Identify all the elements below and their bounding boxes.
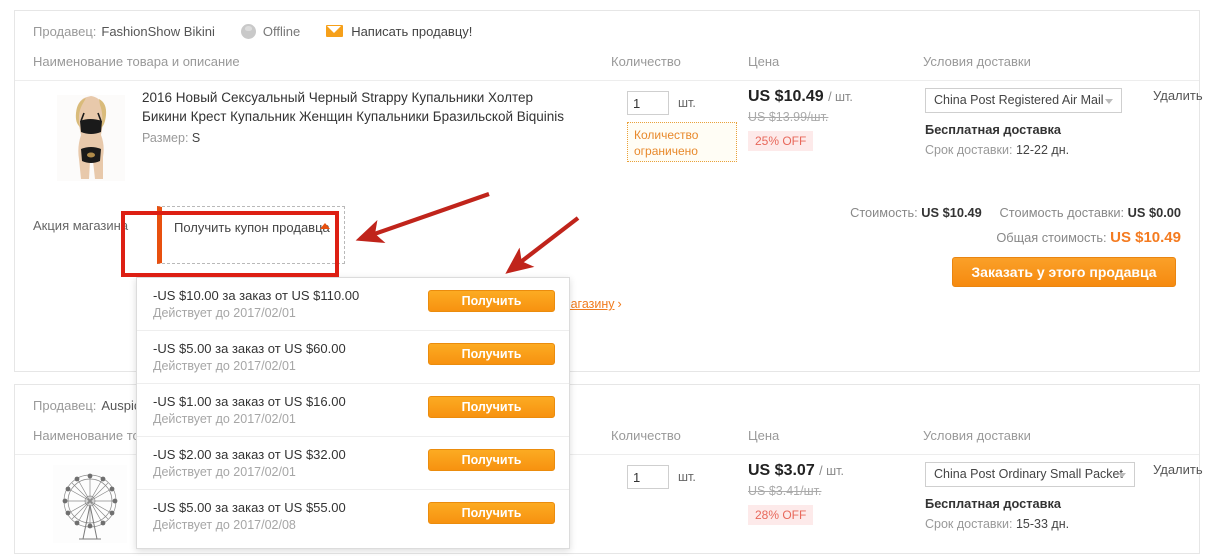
cart-item-1: 2016 Новый Сексуальный Черный Strappy Ку…	[15, 81, 1203, 193]
coupon-select-label: Получить купон продавца	[174, 220, 330, 235]
shipping-method-label: China Post Registered Air Mail	[934, 93, 1104, 107]
contact-seller-label: Написать продавцу!	[351, 23, 473, 39]
delivery-time-value: 12-22 дн.	[1015, 143, 1070, 157]
product-attribute: Размер: S	[142, 131, 200, 145]
column-header-price: Цена	[748, 54, 780, 69]
column-header-quantity: Количество	[611, 54, 681, 69]
offline-status-icon	[240, 23, 256, 39]
price-original: US $13.99/шт.	[748, 110, 829, 124]
seller-status-label: Offline	[262, 23, 301, 39]
chevron-up-icon	[320, 223, 330, 229]
quantity-limited-warning: Количество ограничено	[627, 122, 737, 162]
grand-total-value: US $10.49	[1110, 229, 1181, 246]
chevron-down-icon	[1105, 99, 1113, 104]
coupon-select[interactable]: Получить купон продавца	[157, 206, 345, 264]
free-shipping-label: Бесплатная доставка	[925, 496, 1062, 511]
contact-seller-link[interactable]: Написать продавцу!	[326, 24, 472, 39]
column-header-price: Цена	[748, 428, 780, 443]
coupon-list-item: -US $10.00 за заказ от US $110.00 Действ…	[137, 278, 569, 331]
shipping-method-label: China Post Ordinary Small Packet	[934, 467, 1123, 481]
quantity-control: шт.	[627, 465, 696, 489]
subtotal-label: Стоимость:	[850, 205, 918, 220]
discount-badge: 28% OFF	[748, 505, 814, 525]
totals-grand-row: Общая стоимость: US $10.49	[996, 229, 1181, 246]
coupon-list-item: -US $2.00 за заказ от US $32.00 Действуе…	[137, 437, 569, 490]
product-attribute-value: S	[191, 131, 201, 145]
delivery-time: Срок доставки: 12-22 дн.	[925, 143, 1069, 157]
delivery-time-label: Срок доставки:	[925, 517, 1013, 531]
quantity-unit: шт.	[678, 470, 696, 484]
quantity-unit: шт.	[678, 96, 696, 110]
column-header-shipping: Условия доставки	[923, 54, 1031, 69]
quantity-input[interactable]	[627, 91, 669, 115]
quantity-control: шт.	[627, 91, 696, 115]
product-thumbnail[interactable]	[57, 95, 125, 181]
price-unit: / шт.	[819, 464, 844, 478]
price-current: US $10.49 / шт.	[748, 88, 853, 106]
shipping-method-select[interactable]: China Post Ordinary Small Packet	[925, 462, 1135, 487]
promo-label: Акция магазина	[33, 218, 129, 233]
get-coupon-button[interactable]: Получить	[428, 343, 555, 365]
column-header-name: Наименование товара и описание	[33, 54, 240, 69]
delete-item-button[interactable]: Удалить	[1153, 88, 1203, 103]
shipping-cost-label: Стоимость доставки:	[999, 205, 1125, 220]
seller-label: Продавец:	[33, 23, 97, 39]
product-title[interactable]: 2016 Новый Сексуальный Черный Strappy Ку…	[142, 88, 572, 126]
product-thumbnail[interactable]	[53, 465, 127, 543]
quantity-input[interactable]	[627, 465, 669, 489]
delivery-time-value: 15-33 дн.	[1015, 517, 1070, 531]
coupon-list-item: -US $5.00 за заказ от US $60.00 Действуе…	[137, 331, 569, 384]
delivery-time: Срок доставки: 15-33 дн.	[925, 517, 1069, 531]
seller-header-1: Продавец: FashionShow Bikini Offline Нап…	[15, 11, 1199, 51]
seller-label: Продавец:	[33, 397, 97, 413]
envelope-icon	[326, 25, 344, 37]
chevron-right-icon: ›	[617, 297, 622, 311]
subtotal-value: US $10.49	[921, 205, 982, 220]
coupon-dropdown-panel: -US $10.00 за заказ от US $110.00 Действ…	[136, 277, 570, 549]
delivery-time-label: Срок доставки:	[925, 143, 1013, 157]
shipping-cost-value: US $0.00	[1127, 205, 1181, 220]
discount-badge: 25% OFF	[748, 131, 814, 151]
coupon-list-item: -US $5.00 за заказ от US $55.00 Действуе…	[137, 490, 569, 543]
cart-page: Продавец: FashionShow Bikini Offline Нап…	[0, 0, 1214, 556]
get-coupon-button[interactable]: Получить	[428, 502, 555, 524]
coupon-list-item: -US $1.00 за заказ от US $16.00 Действуе…	[137, 384, 569, 437]
chevron-down-icon	[1118, 473, 1126, 478]
promo-strip: Акция магазина Получить купон продавца С…	[15, 193, 1199, 289]
price-current-value: US $3.07	[748, 462, 815, 479]
price-current-value: US $10.49	[748, 88, 824, 105]
shipping-method-select[interactable]: China Post Registered Air Mail	[925, 88, 1122, 113]
grand-total-label: Общая стоимость:	[996, 230, 1107, 245]
get-coupon-button[interactable]: Получить	[428, 449, 555, 471]
product-attribute-label: Размер:	[142, 131, 189, 145]
price-unit: / шт.	[828, 90, 853, 104]
column-header-shipping: Условия доставки	[923, 428, 1031, 443]
seller-name[interactable]: FashionShow Bikini	[101, 24, 214, 39]
column-header-quantity: Количество	[611, 428, 681, 443]
price-current: US $3.07 / шт.	[748, 462, 844, 480]
go-to-shop-link[interactable]: магазину ›	[562, 297, 622, 311]
totals-subtotal-row: Стоимость: US $10.49 Стоимость доставки:…	[850, 205, 1181, 220]
column-headers-1: Наименование товара и описание Количеств…	[15, 51, 1199, 81]
get-coupon-button[interactable]: Получить	[428, 396, 555, 418]
seller-status: Offline	[240, 23, 301, 39]
price-original: US $3.41/шт.	[748, 484, 822, 498]
get-coupon-button[interactable]: Получить	[428, 290, 555, 312]
delete-item-button[interactable]: Удалить	[1153, 462, 1203, 477]
order-from-seller-button[interactable]: Заказать у этого продавца	[952, 257, 1176, 287]
free-shipping-label: Бесплатная доставка	[925, 122, 1062, 137]
